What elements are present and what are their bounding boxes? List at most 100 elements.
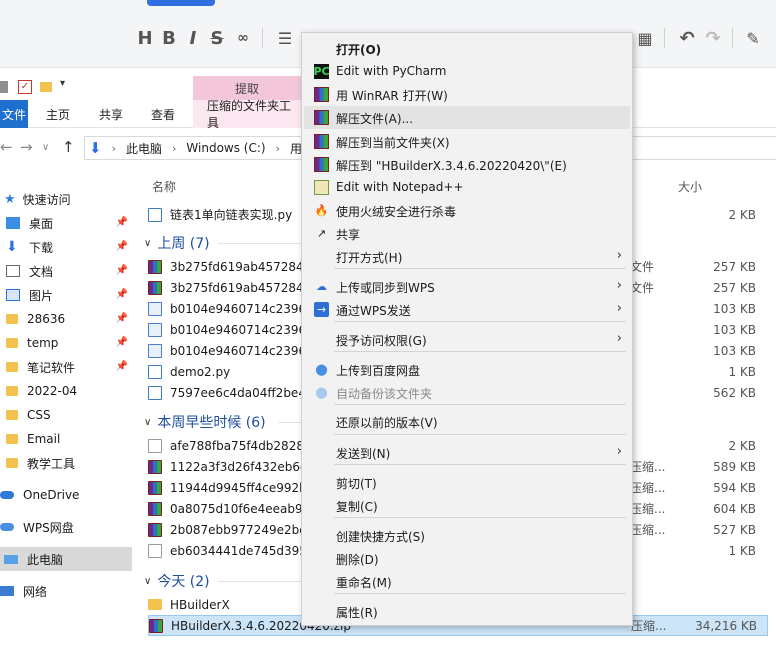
menu-open-with[interactable]: 打开方式(H) › [304,245,630,268]
back-icon[interactable]: ← [0,138,13,156]
chevron-right-icon: › [616,444,622,459]
pen-icon[interactable]: ✎ [742,26,764,50]
editor-primary-button[interactable] [147,0,215,6]
pin-icon: 📌 [115,337,128,348]
nav-wps-drive[interactable]: WPS网盘 [0,515,132,539]
menu-copy[interactable]: 复制(C) [304,494,630,517]
menu-share[interactable]: ↗ 共享 [304,222,630,245]
list-icon[interactable]: ☰ [274,26,296,50]
file-name: 链表1单向链表实现.py [170,208,293,222]
menu-delete[interactable]: 删除(D) [304,547,630,570]
menu-edit-notepadpp[interactable]: Edit with Notepad++ [304,176,630,199]
nav-folder-notes-software[interactable]: 笔记软件 📌 [0,355,132,379]
navigation-pane: ★ 快速访问 桌面 📌 ⬇ 下载 📌 文档 📌 图片 📌 28636 📌 tem… [0,176,134,646]
menu-open-winrar[interactable]: 用 WinRAR 打开(W) [304,83,630,106]
group-header[interactable]: ∨ 今天 (2) [144,570,210,592]
nav-pictures[interactable]: 图片 📌 [0,283,132,307]
menu-separator [334,517,626,518]
menu-open[interactable]: 打开(O) [304,37,630,60]
nav-folder-2022-04[interactable]: 2022-04 [0,379,132,403]
heading-icon[interactable]: H [134,26,156,50]
link-icon[interactable]: ∞ [232,26,254,50]
nav-folder-teaching-tools[interactable]: 教学工具 [0,451,132,475]
menu-upload-sync-wps[interactable]: ☁ 上传或同步到WPS › [304,275,630,298]
nav-folder-28636[interactable]: 28636 📌 [0,307,132,331]
recent-dropdown-icon[interactable]: ∨ [42,142,49,153]
file-size: 2 KB [728,207,756,222]
file-type: 文件 [630,281,655,295]
strikethrough-icon[interactable]: S [206,26,228,50]
italic-icon[interactable]: I [182,26,204,50]
pin-icon: 📌 [115,265,128,276]
computer-icon [4,554,18,564]
nav-this-pc[interactable]: 此电脑 [0,547,132,571]
chevron-down-icon: ∨ [144,575,152,587]
menu-rename[interactable]: 重命名(M) [304,570,630,593]
tab-view[interactable]: 查看 [151,106,175,123]
menu-extract-here[interactable]: 解压到当前文件夹(X) [304,130,630,153]
tab-home[interactable]: 主页 [46,106,70,123]
breadcrumb-this-pc[interactable]: 此电脑 [126,140,162,157]
nav-downloads[interactable]: ⬇ 下载 📌 [0,235,132,259]
nav-documents[interactable]: 文档 📌 [0,259,132,283]
menu-extract-to-folder[interactable]: 解压到 "HBuilderX.3.4.6.20220420\"(E) [304,153,630,176]
forward-icon[interactable]: → [20,138,33,156]
document-icon [6,265,20,277]
group-title: 今天 (2) [157,574,210,590]
nav-folder-temp[interactable]: temp 📌 [0,331,132,355]
menu-huorong-scan[interactable]: 🔥 使用火绒安全进行杀毒 [304,199,630,222]
menu-create-shortcut[interactable]: 创建快捷方式(S) [304,524,630,547]
nav-label: Email [27,432,61,446]
menu-extract-files[interactable]: 解压文件(A)... [304,106,630,129]
breadcrumb-c-drive[interactable]: Windows (C:) [186,141,265,155]
menu-auto-backup[interactable]: ⬤ 自动备份该文件夹 [304,381,630,404]
new-folder-icon[interactable] [40,82,52,92]
tab-compressed-folder-tools[interactable]: 压缩的文件夹工具 [193,99,301,130]
chevron-right-icon: › [616,248,622,263]
menu-item-label: 打开方式(H) [336,251,403,265]
winrar-file-icon [149,618,163,633]
group-header[interactable]: ∨ 本周早些时候 (6) [144,411,266,433]
menu-edit-pycharm[interactable]: PC Edit with PyCharm [304,60,630,83]
menu-give-access[interactable]: 授予访问权限(G) › [304,328,630,351]
menu-send-to[interactable]: 发送到(N) › [304,441,630,464]
file-size: 103 KB [713,343,756,358]
column-size-header[interactable]: 大小 [678,178,702,195]
redo-icon[interactable]: ↷ [702,26,724,50]
column-name-header[interactable]: 名称 [152,178,176,195]
nav-network[interactable]: 网络 [0,579,132,603]
chevron-right-icon: › [616,278,622,293]
menu-properties[interactable]: 属性(R) [304,600,630,623]
menu-item-label: 上传或同步到WPS [336,281,435,295]
nav-quick-access[interactable]: ★ 快速访问 [0,187,132,211]
chevron-right-icon: › [616,301,622,316]
menu-restore-previous[interactable]: 还原以前的版本(V) [304,410,630,433]
nav-folder-css[interactable]: CSS [0,403,132,427]
file-size: 1 KB [728,364,756,379]
nav-label: CSS [27,408,51,422]
up-icon[interactable]: ↑ [62,138,75,156]
menu-item-label: 删除(D) [336,553,379,567]
nav-label: 28636 [27,312,66,326]
menu-send-via-wps[interactable]: → 通过WPS发送 › [304,298,630,321]
qat-dropdown-icon[interactable]: ▾ [60,78,65,89]
tab-file[interactable]: 文件 [0,100,28,128]
file-type: 压缩... [630,502,666,516]
table-icon[interactable]: ▦ [634,26,656,50]
group-header[interactable]: ∨ 上周 (7) [144,232,210,254]
menu-cut[interactable]: 剪切(T) [304,471,630,494]
menu-item-label: 解压文件(A)... [336,112,414,126]
winrar-file-icon [148,480,162,495]
menu-upload-baidu[interactable]: ⬤ 上传到百度网盘 [304,358,630,381]
image-file-icon [148,343,162,358]
nav-onedrive[interactable]: OneDrive [0,483,132,507]
nav-desktop[interactable]: 桌面 📌 [0,211,132,235]
nav-label: 文档 [29,264,54,279]
tab-share[interactable]: 共享 [99,106,123,123]
undo-icon[interactable]: ↶ [676,26,698,50]
download-location-icon: ⬇ [89,139,102,157]
properties-icon[interactable]: ✓ [18,80,32,94]
nav-folder-email[interactable]: Email [0,427,132,451]
huorong-fire-icon: 🔥 [314,204,329,217]
bold-icon[interactable]: B [158,26,180,50]
